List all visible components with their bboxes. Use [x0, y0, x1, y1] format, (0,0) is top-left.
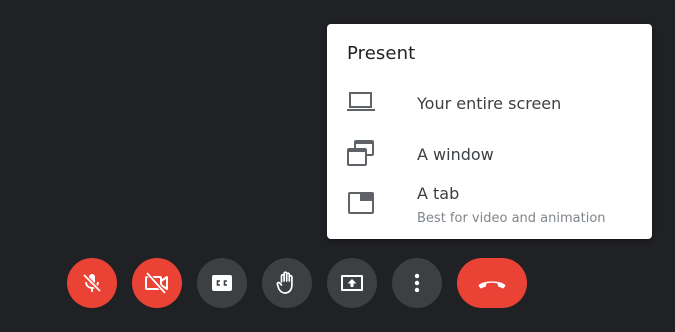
- camera-off-icon: [144, 271, 170, 295]
- present-option-sublabel: Best for video and animation: [417, 211, 606, 226]
- more-options-icon: [405, 271, 429, 295]
- leave-call-icon: [476, 271, 508, 295]
- present-option-label: Your entire screen: [417, 94, 562, 113]
- present-screen-icon: [339, 271, 365, 295]
- toggle-microphone-button[interactable]: [67, 258, 117, 308]
- captions-button[interactable]: [197, 258, 247, 308]
- present-option-label: A window: [417, 145, 494, 164]
- present-option-window[interactable]: A window: [327, 140, 652, 170]
- leave-call-button[interactable]: [457, 258, 527, 308]
- toggle-camera-button[interactable]: [132, 258, 182, 308]
- closed-captions-icon: [210, 271, 234, 295]
- present-option-label: A tab: [417, 184, 460, 203]
- raise-hand-button[interactable]: [262, 258, 312, 308]
- tab-icon: [347, 190, 375, 218]
- window-icon: [347, 140, 375, 168]
- present-now-button[interactable]: [327, 258, 377, 308]
- present-menu-title: Present: [347, 43, 416, 64]
- laptop-icon: [347, 90, 375, 118]
- mic-off-icon: [80, 271, 104, 295]
- present-option-entire-screen[interactable]: Your entire screen: [327, 90, 652, 118]
- more-options-button[interactable]: [392, 258, 442, 308]
- present-menu: Present Your entire screen A window A ta…: [327, 24, 652, 239]
- raise-hand-icon: [275, 270, 299, 296]
- present-option-tab[interactable]: A tab Best for video and animation: [327, 180, 652, 230]
